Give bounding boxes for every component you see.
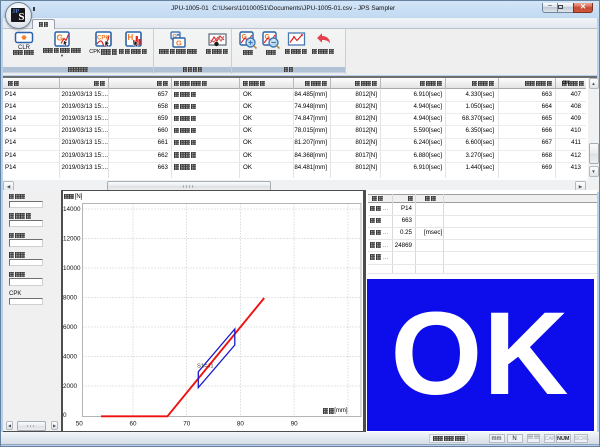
svg-text:H: H [127, 33, 133, 42]
svg-text:0: 0 [63, 412, 67, 419]
svg-text:10000: 10000 [63, 265, 81, 272]
svg-text:2000: 2000 [63, 383, 78, 390]
svg-text:8000: 8000 [63, 295, 78, 302]
svg-text:90: 90 [291, 421, 299, 428]
svg-text:60: 60 [129, 421, 137, 428]
svg-text:4000: 4000 [63, 354, 78, 361]
svg-text:12000: 12000 [63, 236, 81, 243]
svg-text:50: 50 [76, 421, 84, 428]
svg-text:80: 80 [237, 421, 245, 428]
svg-text:6000: 6000 [63, 324, 78, 331]
svg-text:14000: 14000 [63, 206, 81, 213]
svg-text:70: 70 [183, 421, 191, 428]
svg-text:G: G [176, 39, 182, 48]
svg-text:S1=J1: S1=J1 [197, 364, 214, 370]
